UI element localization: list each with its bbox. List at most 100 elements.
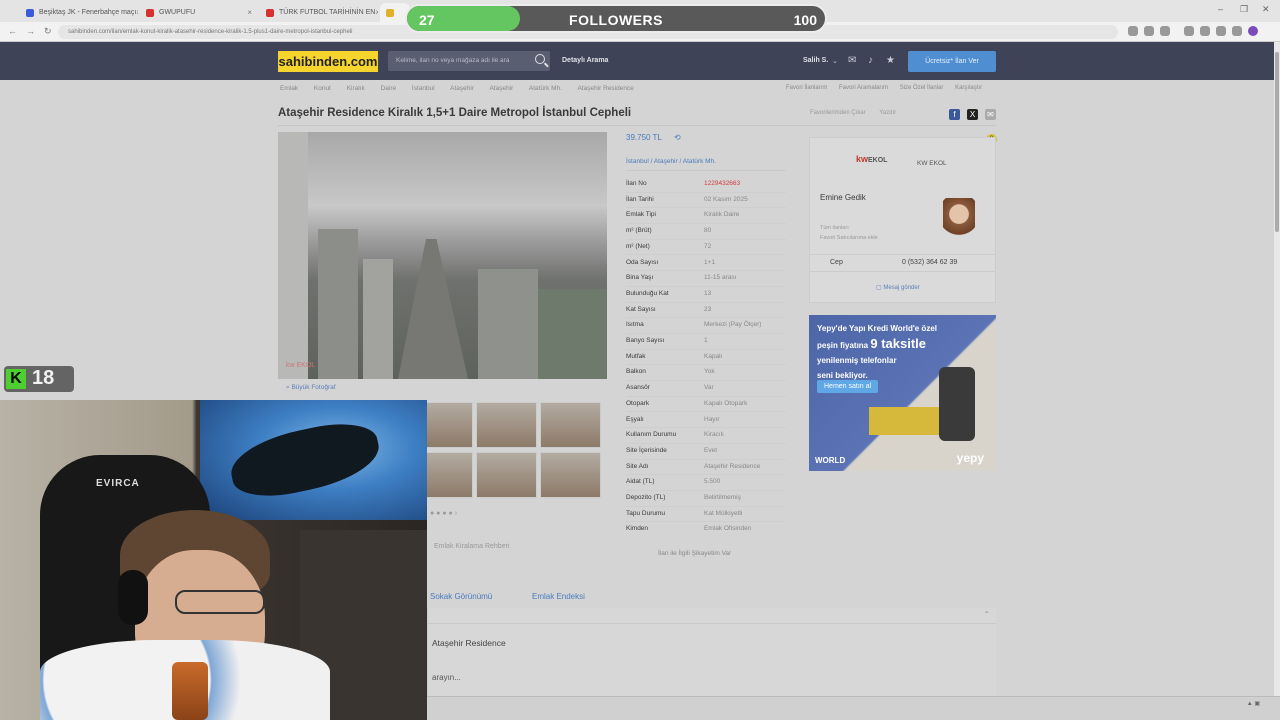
- extension-icon[interactable]: [1200, 26, 1210, 36]
- send-message-button[interactable]: ▢ Mesaj gönder: [876, 284, 920, 291]
- post-listing-button[interactable]: Ücretsiz* İlan Ver: [908, 51, 996, 72]
- chevron-down-icon[interactable]: ⌄: [832, 57, 842, 67]
- breadcrumb-item[interactable]: İstanbul: [412, 85, 435, 92]
- reload-icon[interactable]: ↻: [44, 26, 52, 37]
- thumbnail-pager[interactable]: ● ● ● ● ›: [430, 510, 457, 517]
- spec-value: 1+1: [704, 258, 716, 266]
- tab-real-estate-index[interactable]: Emlak Endeksi: [532, 592, 585, 601]
- agency-name[interactable]: KW EKOL: [917, 160, 947, 167]
- listing-title: Ataşehir Residence Kiralık 1,5+1 Daire M…: [278, 107, 632, 119]
- webcam-feed: [0, 400, 427, 720]
- site-name: Ataşehir Residence: [432, 638, 506, 648]
- spec-value: Kapalı Otopark: [704, 399, 748, 407]
- phone-row: Cep 0 (532) 364 62 39: [810, 254, 995, 272]
- site-logo[interactable]: sahibinden.com: [278, 51, 378, 72]
- maximize-icon[interactable]: ❐: [1240, 4, 1248, 15]
- phone-number[interactable]: 0 (532) 364 62 39: [902, 259, 957, 266]
- minimize-icon[interactable]: –: [1218, 4, 1223, 14]
- tab-street-view[interactable]: Sokak Görünümü: [430, 592, 492, 601]
- close-icon[interactable]: ×: [136, 8, 138, 17]
- followers-goal-bar: 27 FOLLOWERS 100: [405, 4, 827, 33]
- add-favorite-seller-link[interactable]: Favori Satıcılarıma ekle: [820, 233, 878, 243]
- price-history-icon[interactable]: ⟲: [674, 133, 681, 142]
- listing-location[interactable]: İstanbul / Ataşehir / Atatürk Mh.: [626, 158, 716, 165]
- browser-tab[interactable]: Beşiktaş JK - Fenerbahçe maçı ×: [20, 3, 138, 22]
- breadcrumb-item[interactable]: Emlak: [280, 85, 298, 92]
- report-listing-link[interactable]: İlan ile İlgili Şikayetim Var: [658, 550, 731, 557]
- x-twitter-icon[interactable]: X: [967, 109, 978, 120]
- special-listings-link[interactable]: Size Özel İlanlar: [900, 85, 944, 91]
- search-input[interactable]: Kelime, ilan no veya mağaza adı ile ara: [388, 51, 550, 71]
- star-icon[interactable]: ★: [886, 56, 896, 66]
- big-photo-link[interactable]: Büyük Fotoğraf: [291, 384, 335, 391]
- spec-key: Oda Sayısı: [626, 258, 659, 266]
- close-icon[interactable]: ×: [247, 8, 252, 17]
- favorite-listings-link[interactable]: Favori İlanlarım: [786, 85, 827, 91]
- headset-icon: [118, 570, 148, 625]
- print-button[interactable]: Yazdır: [879, 110, 896, 116]
- divider: [278, 125, 996, 126]
- ad-cta-button[interactable]: Hemen satın al: [817, 380, 879, 393]
- photo-thumbnail[interactable]: [540, 402, 601, 448]
- spec-value: 80: [704, 227, 712, 235]
- profile-avatar[interactable]: [1248, 26, 1258, 36]
- ad-line: Yepy'de Yapı Kredi World'e özel: [817, 324, 937, 333]
- breadcrumb-item[interactable]: Daire: [381, 85, 397, 92]
- photo-thumbnail[interactable]: [425, 452, 473, 498]
- spec-value: Var: [704, 384, 714, 392]
- favorite-searches-link[interactable]: Favori Aramalarım: [839, 85, 888, 91]
- facebook-icon[interactable]: f: [949, 109, 960, 120]
- age-rating: 18: [32, 367, 55, 389]
- agency-logo[interactable]: kwEKOL: [856, 154, 887, 164]
- email-share-icon[interactable]: ✉: [985, 109, 996, 120]
- photo-thumbnail[interactable]: [476, 402, 537, 448]
- spec-value: 23: [704, 305, 712, 313]
- breadcrumb-item[interactable]: Ataşehir Residence: [577, 85, 633, 92]
- mail-icon[interactable]: ✉: [848, 56, 858, 66]
- agent-name: Emine Gedik: [820, 193, 866, 202]
- forward-icon[interactable]: →: [26, 26, 35, 36]
- bell-icon[interactable]: ♪: [868, 56, 878, 66]
- close-window-icon[interactable]: ✕: [1262, 4, 1270, 15]
- compare-link[interactable]: Karşılaştır: [955, 85, 982, 91]
- browser-tab[interactable]: GWUPUFU ×: [140, 3, 258, 22]
- spec-key: Balkon: [626, 368, 646, 376]
- spec-row: Bulunduğu Kat 13: [626, 287, 786, 303]
- breadcrumb-item[interactable]: Kiralık: [347, 85, 365, 92]
- tab-label: TÜRK FUTBOL TARİHİNİN EN: [279, 9, 376, 16]
- spec-row: Depozito (TL) Belirtilmemiş: [626, 491, 786, 507]
- bookmark-star-icon[interactable]: [1160, 26, 1170, 36]
- search-icon[interactable]: [535, 54, 545, 64]
- advanced-search-link[interactable]: Detaylı Arama: [562, 57, 608, 64]
- breadcrumb-item[interactable]: Ataşehir: [450, 85, 474, 92]
- extension-icon[interactable]: [1128, 26, 1138, 36]
- advertisement-banner[interactable]: Yepy'de Yapı Kredi World'e özel peşin fi…: [809, 315, 996, 471]
- close-icon[interactable]: ×: [375, 8, 378, 17]
- followers-goal: 100: [793, 12, 817, 28]
- photo-thumbnail[interactable]: [540, 452, 601, 498]
- spec-key: Asansör: [626, 384, 650, 392]
- rental-guide-link[interactable]: Emlak Kiralama Rehberi: [434, 543, 509, 550]
- tab-favicon-icon: [26, 8, 34, 17]
- photo-thumbnail[interactable]: [425, 402, 473, 448]
- breadcrumb-item[interactable]: Konut: [314, 85, 331, 92]
- back-icon[interactable]: ←: [8, 26, 17, 36]
- spec-row: m² (Net) 72: [626, 240, 786, 256]
- extension-icon[interactable]: [1184, 26, 1194, 36]
- extension-icon[interactable]: [1144, 26, 1154, 36]
- scrollbar-thumb[interactable]: [1275, 52, 1279, 232]
- user-menu[interactable]: Salih S.: [803, 57, 828, 64]
- chevron-up-icon[interactable]: ⌃: [983, 610, 990, 619]
- all-listings-link[interactable]: Tüm ilanları: [820, 223, 878, 233]
- page-scrollbar[interactable]: [1274, 42, 1280, 702]
- listing-main-photo[interactable]: kw EKOL: [278, 132, 607, 379]
- browser-tab[interactable]: TÜRK FUTBOL TARİHİNİN EN ×: [260, 3, 378, 22]
- extension-icon[interactable]: [1216, 26, 1226, 36]
- tab-favicon-icon: [386, 8, 394, 17]
- breadcrumb-item[interactable]: Ataşehir: [489, 85, 513, 92]
- extension-icon[interactable]: [1232, 26, 1242, 36]
- remove-favorite-button[interactable]: Favorilerimden Çıkar: [810, 110, 866, 116]
- photo-thumbnail[interactable]: [476, 452, 537, 498]
- breadcrumb-item[interactable]: Atatürk Mh.: [529, 85, 562, 92]
- spec-key: Banyo Sayısı: [626, 337, 665, 344]
